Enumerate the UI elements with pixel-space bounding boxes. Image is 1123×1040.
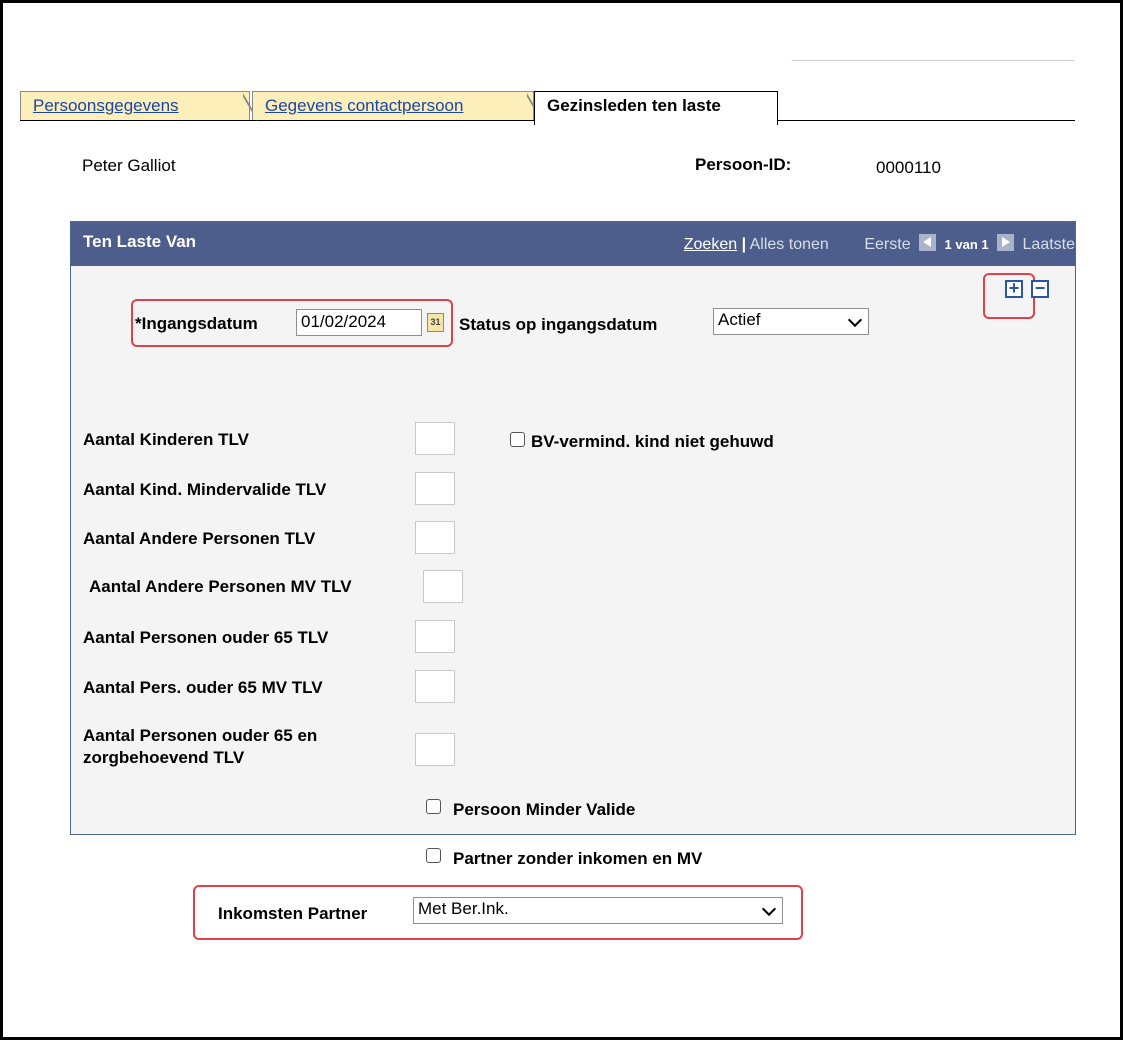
panel-title: Ten Laste Van	[83, 232, 197, 251]
partner-zonder-inkomen-checkbox[interactable]	[426, 848, 441, 863]
status-value: Actief	[718, 310, 761, 329]
employee-name: Peter Galliot	[82, 156, 176, 175]
aantal-kinderen-input[interactable]	[415, 422, 455, 455]
zoeken-link[interactable]: Zoeken	[684, 236, 737, 253]
aantal-ouder65-mv-input[interactable]	[415, 670, 455, 703]
aantal-ouder65-input[interactable]	[415, 620, 455, 653]
eerste-label: Eerste	[864, 236, 911, 253]
bv-vermind-label: BV-vermind. kind niet gehuwd	[531, 432, 774, 451]
chevron-down-icon	[761, 901, 777, 917]
previous-arrow-icon[interactable]	[919, 234, 937, 251]
panel-header: Ten Laste Van Zoeken | Alles tonen Eerst…	[71, 222, 1075, 266]
top-divider	[792, 60, 1074, 61]
persoon-minder-valide-checkbox[interactable]	[426, 799, 441, 814]
aantal-ouder65-mv-label: Aantal Pers. ouder 65 MV TLV	[83, 678, 323, 697]
inkomsten-partner-value: Met Ber.Ink.	[418, 899, 509, 918]
aantal-kinderen-label: Aantal Kinderen TLV	[83, 430, 249, 449]
aantal-andere-mv-label: Aantal Andere Personen MV TLV	[89, 577, 352, 596]
nav-separator: |	[741, 236, 747, 253]
row-count: 1 van 1	[944, 237, 989, 252]
aantal-zorg-label-line1: Aantal Personen ouder 65 en	[83, 726, 318, 745]
status-select[interactable]: Actief	[713, 308, 869, 335]
tab-gezinsleden-ten-laste[interactable]: Gezinsleden ten laste	[534, 91, 778, 125]
alles-tonen-link: Alles tonen	[749, 236, 829, 253]
persoon-minder-valide-label: Persoon Minder Valide	[453, 800, 636, 819]
plus-icon[interactable]: +	[1005, 279, 1023, 298]
laatste-label: Laatste	[1022, 236, 1075, 253]
aantal-andere-mv-input[interactable]	[423, 570, 463, 603]
aantal-ouder65-label: Aantal Personen ouder 65 TLV	[83, 628, 329, 647]
tab-strip: Persoonsgegevens Gegevens contactpersoon…	[20, 91, 1075, 125]
inkomsten-partner-label: Inkomsten Partner	[218, 904, 368, 923]
next-arrow-icon[interactable]	[997, 234, 1015, 251]
ingangsdatum-label: *Ingangsdatum	[135, 314, 258, 333]
inkomsten-partner-select[interactable]: Met Ber.Ink.	[413, 897, 783, 924]
minus-icon[interactable]: −	[1031, 279, 1049, 298]
aantal-kind-mv-input[interactable]	[415, 472, 455, 505]
aantal-andere-label: Aantal Andere Personen TLV	[83, 529, 316, 548]
tab-persoonsgegevens[interactable]: Persoonsgegevens	[20, 91, 257, 121]
aantal-zorg-input[interactable]	[415, 733, 455, 766]
status-label: Status op ingangsdatum	[459, 315, 658, 334]
tab-label: Persoonsgegevens	[33, 96, 179, 115]
persoon-id-label: Persoon-ID:	[695, 155, 792, 174]
panel-navigation: Zoeken | Alles tonen Eerste 1 van 1 Laat…	[684, 234, 1075, 254]
aantal-andere-input[interactable]	[415, 521, 455, 554]
bv-vermind-checkbox[interactable]	[510, 432, 525, 447]
ten-laste-van-panel: Ten Laste Van Zoeken | Alles tonen Eerst…	[70, 221, 1076, 868]
aantal-zorg-label-line2: zorgbehoevend TLV	[83, 748, 245, 767]
persoon-id-value: 0000110	[876, 158, 941, 177]
partner-zonder-inkomen-label: Partner zonder inkomen en MV	[453, 849, 703, 868]
aantal-kind-mv-label: Aantal Kind. Mindervalide TLV	[83, 480, 327, 499]
tab-label: Gegevens contactpersoon	[265, 96, 464, 115]
calendar-icon[interactable]: 31	[427, 313, 444, 332]
ingangsdatum-input[interactable]: 01/02/2024	[296, 309, 422, 336]
chevron-down-icon	[847, 312, 863, 328]
tab-label: Gezinsleden ten laste	[547, 96, 721, 115]
tab-gegevens-contactpersoon[interactable]: Gegevens contactpersoon	[252, 91, 541, 121]
